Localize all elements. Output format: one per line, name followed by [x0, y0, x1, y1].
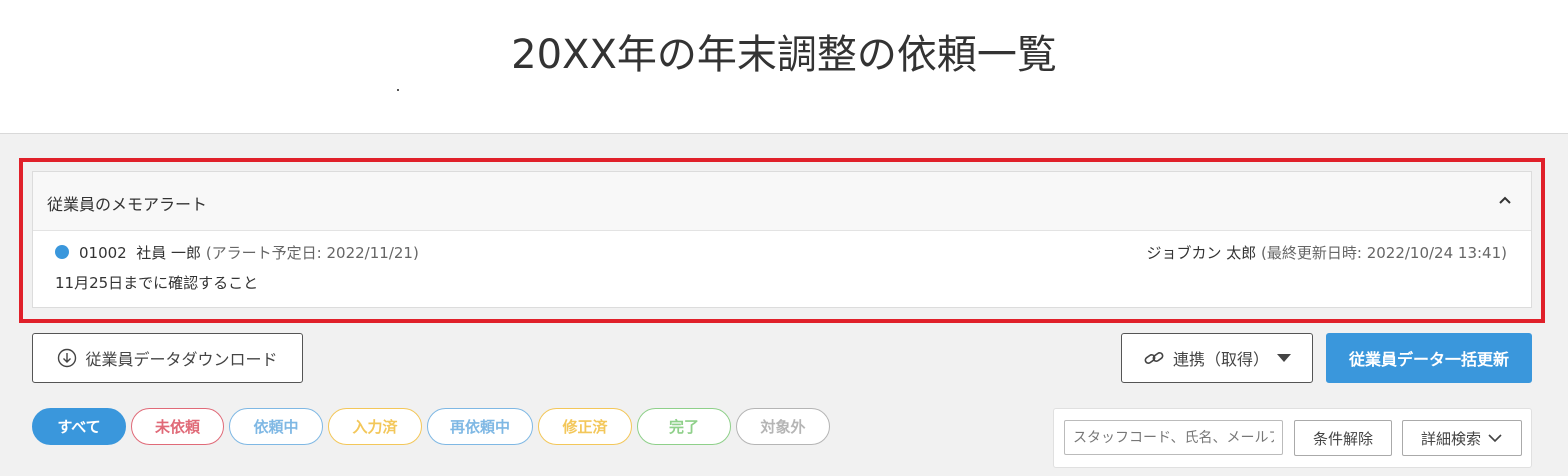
memo-alert-entry: 01002 社員 一郎 (アラート予定日: 2022/11/21): [55, 242, 419, 263]
alert-date: (アラート予定日: 2022/11/21): [205, 244, 419, 262]
filter-chip[interactable]: 完了: [637, 408, 731, 445]
filter-chip[interactable]: 対象外: [736, 408, 830, 445]
memo-alert-title: 従業員のメモアラート: [47, 195, 208, 214]
filter-chip[interactable]: 修正済: [538, 408, 632, 445]
search-input[interactable]: [1064, 420, 1283, 455]
search-panel: 条件解除 詳細検索: [1053, 408, 1532, 468]
memo-alert-header[interactable]: 従業員のメモアラート: [33, 172, 1531, 231]
caret-down-icon: [1277, 354, 1291, 362]
download-icon: [57, 348, 77, 368]
employee-bulk-update-button[interactable]: 従業員データ一括更新: [1326, 333, 1532, 383]
decorative-dot: [397, 89, 399, 91]
chevron-down-icon: [1488, 434, 1502, 443]
filter-chip[interactable]: すべて: [32, 408, 126, 445]
filter-chip[interactable]: 入力済: [328, 408, 422, 445]
memo-alert-updated: ジョブカン 太郎 (最終更新日時: 2022/10/24 13:41): [1146, 242, 1507, 263]
staff-code: 01002: [79, 244, 127, 262]
updated-by: ジョブカン 太郎: [1146, 244, 1257, 262]
page-title: 20XX年の年末調整の依頼一覧: [511, 32, 1057, 78]
filter-chip[interactable]: 再依頼中: [427, 408, 533, 445]
employee-name: 社員 一郎: [136, 244, 202, 262]
status-dot-icon: [55, 245, 69, 259]
employee-data-download-button[interactable]: 従業員データダウンロード: [32, 333, 303, 383]
sync-label: 連携（取得）: [1172, 352, 1269, 369]
chevron-up-icon[interactable]: [1497, 192, 1513, 208]
filter-chip[interactable]: 未依頼: [131, 408, 224, 445]
memo-alert-card: 従業員のメモアラート 01002 社員 一郎 (アラート予定日: 2022/11…: [32, 171, 1532, 308]
download-label: 従業員データダウンロード: [85, 352, 278, 369]
filter-chip[interactable]: 依頼中: [229, 408, 323, 445]
sync-fetch-button[interactable]: 連携（取得）: [1121, 333, 1313, 383]
detail-search-button[interactable]: 詳細検索: [1402, 420, 1522, 456]
memo-text: 11月25日までに確認すること: [55, 274, 259, 292]
bulk-update-label: 従業員データ一括更新: [1348, 352, 1509, 369]
clear-conditions-button[interactable]: 条件解除: [1294, 420, 1392, 456]
page-header: 20XX年の年末調整の依頼一覧: [0, 0, 1568, 134]
link-icon: [1143, 348, 1165, 368]
updated-at: (最終更新日時: 2022/10/24 13:41): [1261, 244, 1507, 262]
